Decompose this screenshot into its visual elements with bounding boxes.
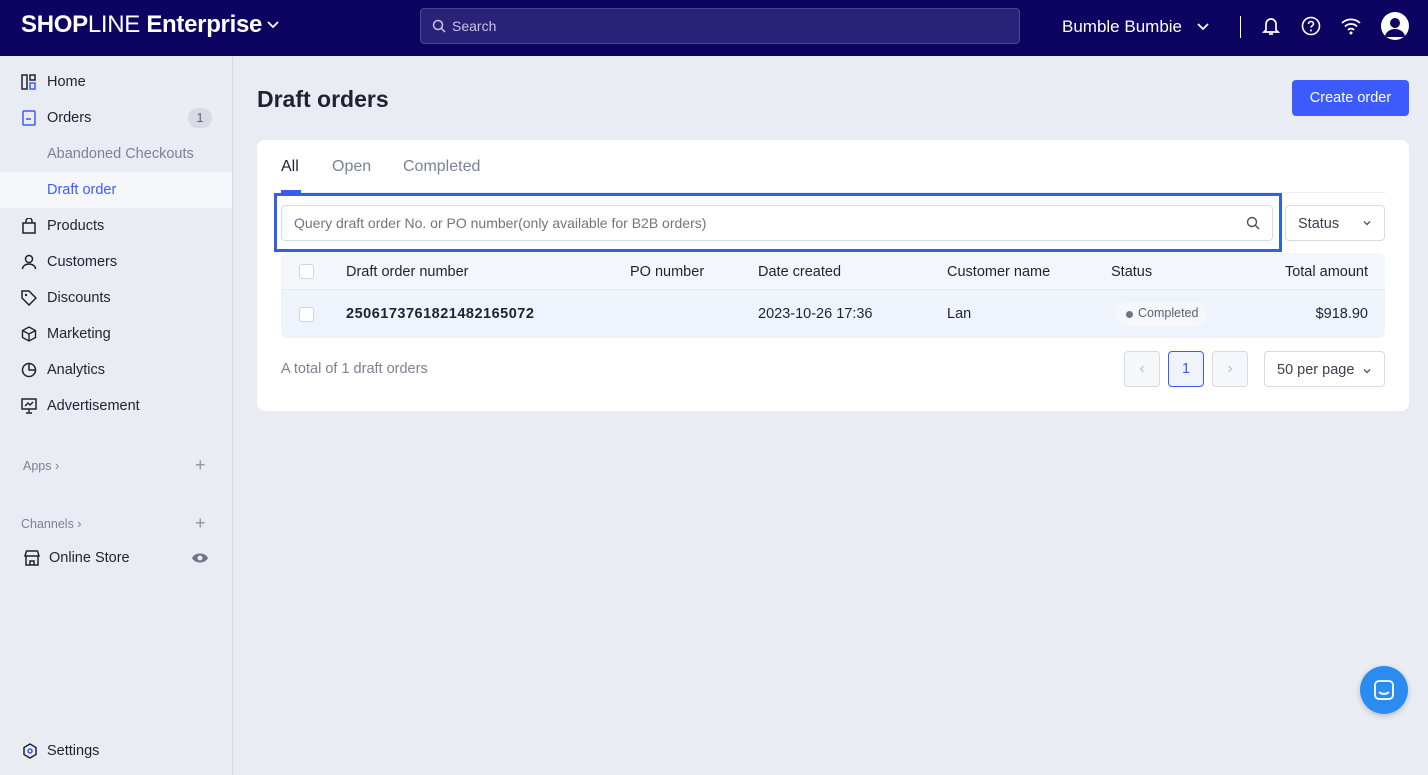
orders-badge: 1 — [188, 108, 212, 128]
home-icon — [21, 74, 36, 90]
bell-icon[interactable] — [1262, 16, 1280, 36]
total-count: A total of 1 draft orders — [281, 361, 428, 377]
sidebar-item-settings[interactable]: Settings — [0, 733, 232, 769]
sidebar-item-analytics[interactable]: Analytics — [0, 352, 232, 388]
chevron-down-icon[interactable] — [1196, 19, 1210, 33]
person-icon — [21, 254, 37, 270]
store-switcher[interactable]: Bumble Bumbie — [1062, 17, 1182, 37]
sidebar-item-online-store[interactable]: Online Store — [0, 540, 232, 576]
label: Advertisement — [47, 398, 140, 414]
draft-order-search-input[interactable] — [281, 205, 1273, 241]
column-header: Status — [1111, 264, 1153, 280]
status-filter-dropdown[interactable]: Status — [1285, 205, 1385, 241]
total-amount: $918.90 — [1315, 306, 1368, 322]
sidebar-item-discounts[interactable]: Discounts — [0, 280, 232, 316]
label: Orders — [47, 110, 92, 126]
sidebar-item-products[interactable]: Products — [0, 208, 232, 244]
date-created: 2023-10-26 17:36 — [758, 306, 873, 322]
chevron-down-icon — [1363, 221, 1371, 226]
draft-orders-table: Draft order number PO number Date create… — [281, 253, 1385, 338]
tab-open[interactable]: Open — [332, 158, 371, 176]
chevron-down-icon[interactable] — [265, 16, 281, 32]
label: Draft order — [47, 182, 117, 198]
label: Online Store — [49, 550, 130, 566]
label: Home — [47, 74, 86, 90]
next-page-button[interactable]: › — [1212, 351, 1248, 387]
top-bar: SHOPLINE Enterprise Search Bumble Bumbie — [0, 0, 1428, 56]
add-channel-icon[interactable]: + — [195, 513, 206, 534]
divider — [1240, 16, 1241, 38]
label: Customers — [47, 254, 118, 270]
draft-order-number[interactable]: 2506173761821482165072 — [346, 306, 534, 322]
gear-icon — [23, 743, 37, 759]
sidebar-item-marketing[interactable]: Marketing — [0, 316, 232, 352]
column-header: Draft order number — [346, 264, 469, 280]
column-header: Total amount — [1284, 264, 1368, 280]
page-1-button[interactable]: 1 — [1168, 351, 1204, 387]
pie-chart-icon — [21, 362, 37, 378]
avatar[interactable] — [1381, 12, 1409, 40]
select-all-checkbox[interactable] — [299, 264, 314, 279]
sidebar-item-customers[interactable]: Customers — [0, 244, 232, 280]
table-row[interactable]: 2506173761821482165072 2023-10-26 17:36 … — [281, 290, 1385, 338]
per-page-dropdown[interactable]: 50 per page — [1264, 351, 1385, 387]
channels-section-link[interactable]: Channels › — [21, 517, 81, 531]
tag-icon — [21, 290, 37, 306]
row-checkbox[interactable] — [299, 307, 314, 322]
orders-icon — [22, 110, 36, 126]
eye-icon[interactable] — [191, 552, 209, 564]
chat-support-button[interactable] — [1360, 666, 1408, 714]
sidebar-item-home[interactable]: Home — [0, 64, 232, 100]
apps-section-link[interactable]: Apps › — [23, 459, 59, 473]
page-title: Draft orders — [257, 86, 389, 112]
tab-all[interactable]: All — [281, 158, 299, 176]
tab-completed[interactable]: Completed — [403, 158, 480, 176]
wifi-icon[interactable] — [1340, 16, 1362, 36]
column-header: Date created — [758, 264, 842, 280]
label: Analytics — [47, 362, 106, 378]
search-icon — [432, 19, 446, 33]
help-icon[interactable] — [1301, 16, 1321, 36]
column-header: PO number — [630, 264, 705, 280]
column-header: Customer name — [947, 264, 1051, 280]
prev-page-button[interactable]: ‹ — [1124, 351, 1160, 387]
label: Products — [47, 218, 105, 234]
label: Settings — [47, 743, 100, 759]
draft-orders-card: All Open Completed Status Draft order nu… — [257, 140, 1409, 411]
chart-board-icon — [21, 398, 37, 414]
add-app-icon[interactable]: + — [195, 455, 206, 476]
sidebar-item-draft-order[interactable]: Draft order — [0, 172, 232, 208]
status-badge: Completed — [1116, 302, 1207, 326]
store-icon — [24, 550, 40, 566]
search-icon[interactable] — [1246, 216, 1260, 230]
logo[interactable]: SHOPLINE Enterprise — [21, 11, 262, 39]
label: Marketing — [47, 326, 111, 342]
chevron-down-icon — [1363, 369, 1371, 374]
search-placeholder: Search — [452, 18, 497, 34]
sidebar: Home Orders 1 Abandoned Checkouts Draft o… — [0, 56, 233, 775]
sidebar-item-orders[interactable]: Orders 1 — [0, 100, 232, 136]
sidebar-item-advertisement[interactable]: Advertisement — [0, 388, 232, 424]
label: Discounts — [47, 290, 111, 306]
cube-icon — [21, 326, 37, 342]
bag-icon — [22, 218, 36, 234]
sidebar-item-abandoned-checkouts[interactable]: Abandoned Checkouts — [0, 136, 232, 172]
customer-name: Lan — [947, 306, 972, 322]
label: Abandoned Checkouts — [47, 146, 194, 162]
create-order-button[interactable]: Create order — [1292, 80, 1409, 116]
chat-icon — [1374, 680, 1394, 700]
global-search-input[interactable]: Search — [420, 8, 1020, 44]
table-header: Draft order number PO number Date create… — [281, 253, 1385, 290]
